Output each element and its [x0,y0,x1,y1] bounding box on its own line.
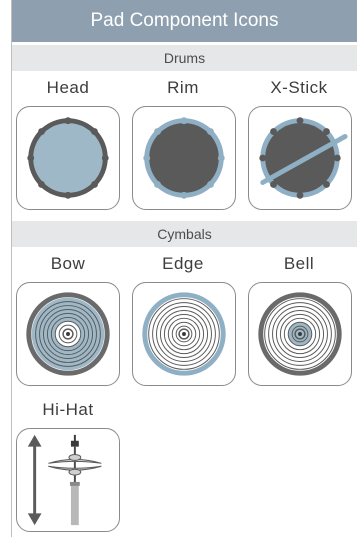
drum-head-icon [27,117,109,199]
left-border [11,0,12,537]
label-edge: Edge [162,254,204,273]
cymbal-bow-icon [26,292,110,376]
label-head: Head [46,78,90,97]
hi-hat-icon [27,434,102,526]
cymbal-edge-icon [142,292,226,376]
tile-bell[interactable] [248,282,352,386]
tile-rim[interactable] [132,106,236,210]
tile-head[interactable] [16,106,120,210]
page-title: Pad Component Icons [12,0,357,42]
tile-edge[interactable] [132,282,236,386]
tile-bow[interactable] [16,282,120,386]
tile-hi-hat[interactable] [16,428,120,532]
label-bell: Bell [283,254,315,273]
cymbal-bell-icon [258,292,342,376]
section-header-cymbals: Cymbals [12,221,357,247]
section-header-drums: Drums [12,45,357,71]
label-hi-hat: Hi-Hat [42,400,94,419]
label-bow: Bow [50,254,86,273]
label-rim: Rim [167,78,199,97]
drum-cross-stick-icon [259,117,348,199]
tile-x-stick[interactable] [248,106,352,210]
drum-rim-icon [143,117,225,199]
label-x-stick: X-Stick [270,78,328,97]
